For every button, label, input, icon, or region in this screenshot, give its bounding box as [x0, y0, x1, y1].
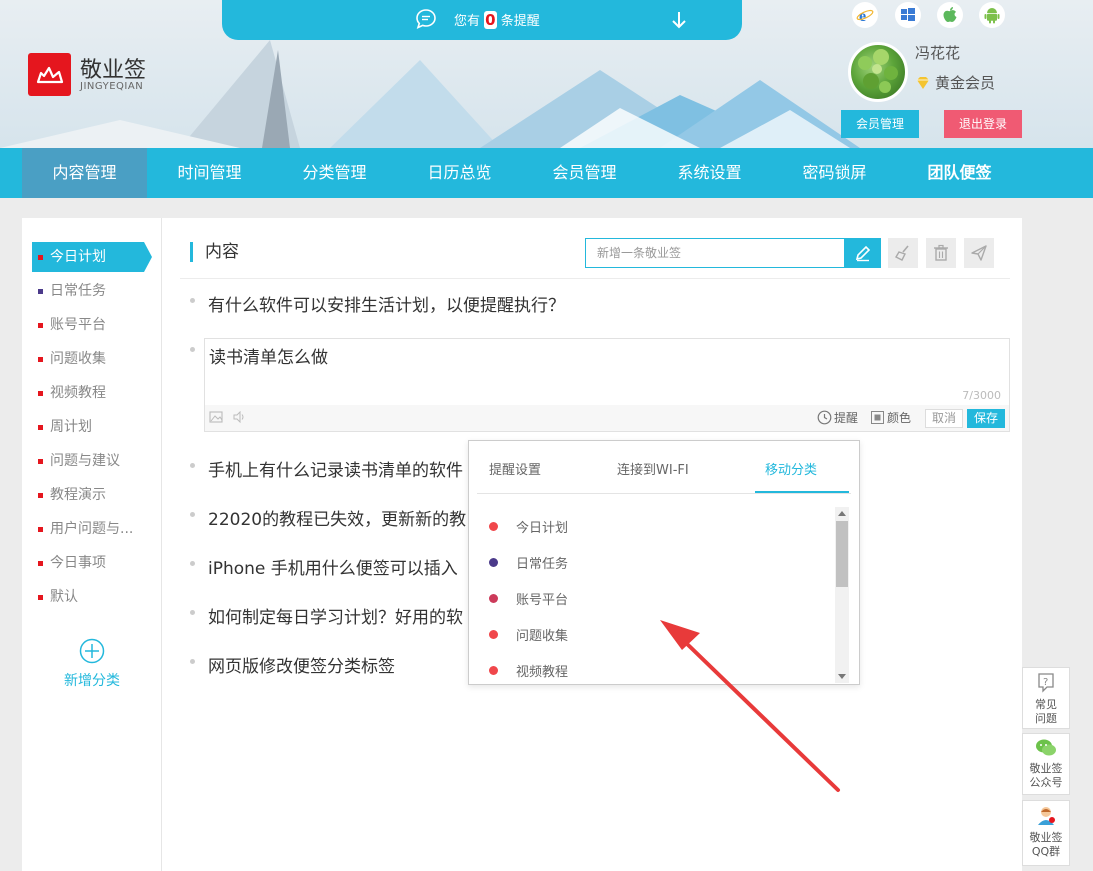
faq-widget[interactable]: ? 常见 问题: [1022, 667, 1070, 729]
wechat-icon: [1036, 739, 1056, 756]
question-icon: ?: [1038, 673, 1054, 693]
svg-text:?: ?: [1043, 677, 1048, 688]
qq-label-1: 敬业签: [1029, 831, 1063, 844]
faq-label-2: 问题: [1035, 712, 1057, 725]
wechat-label-1: 敬业签: [1029, 762, 1063, 775]
faq-label-1: 常见: [1035, 698, 1057, 711]
qq-group-icon: [1038, 807, 1055, 825]
qq-label-2: QQ群: [1031, 845, 1061, 858]
qq-widget[interactable]: 敬业签 QQ群: [1022, 800, 1070, 866]
wechat-label-2: 公众号: [1029, 776, 1063, 789]
wechat-widget[interactable]: 敬业签 公众号: [1022, 733, 1070, 795]
annotation-arrow: [660, 620, 840, 792]
